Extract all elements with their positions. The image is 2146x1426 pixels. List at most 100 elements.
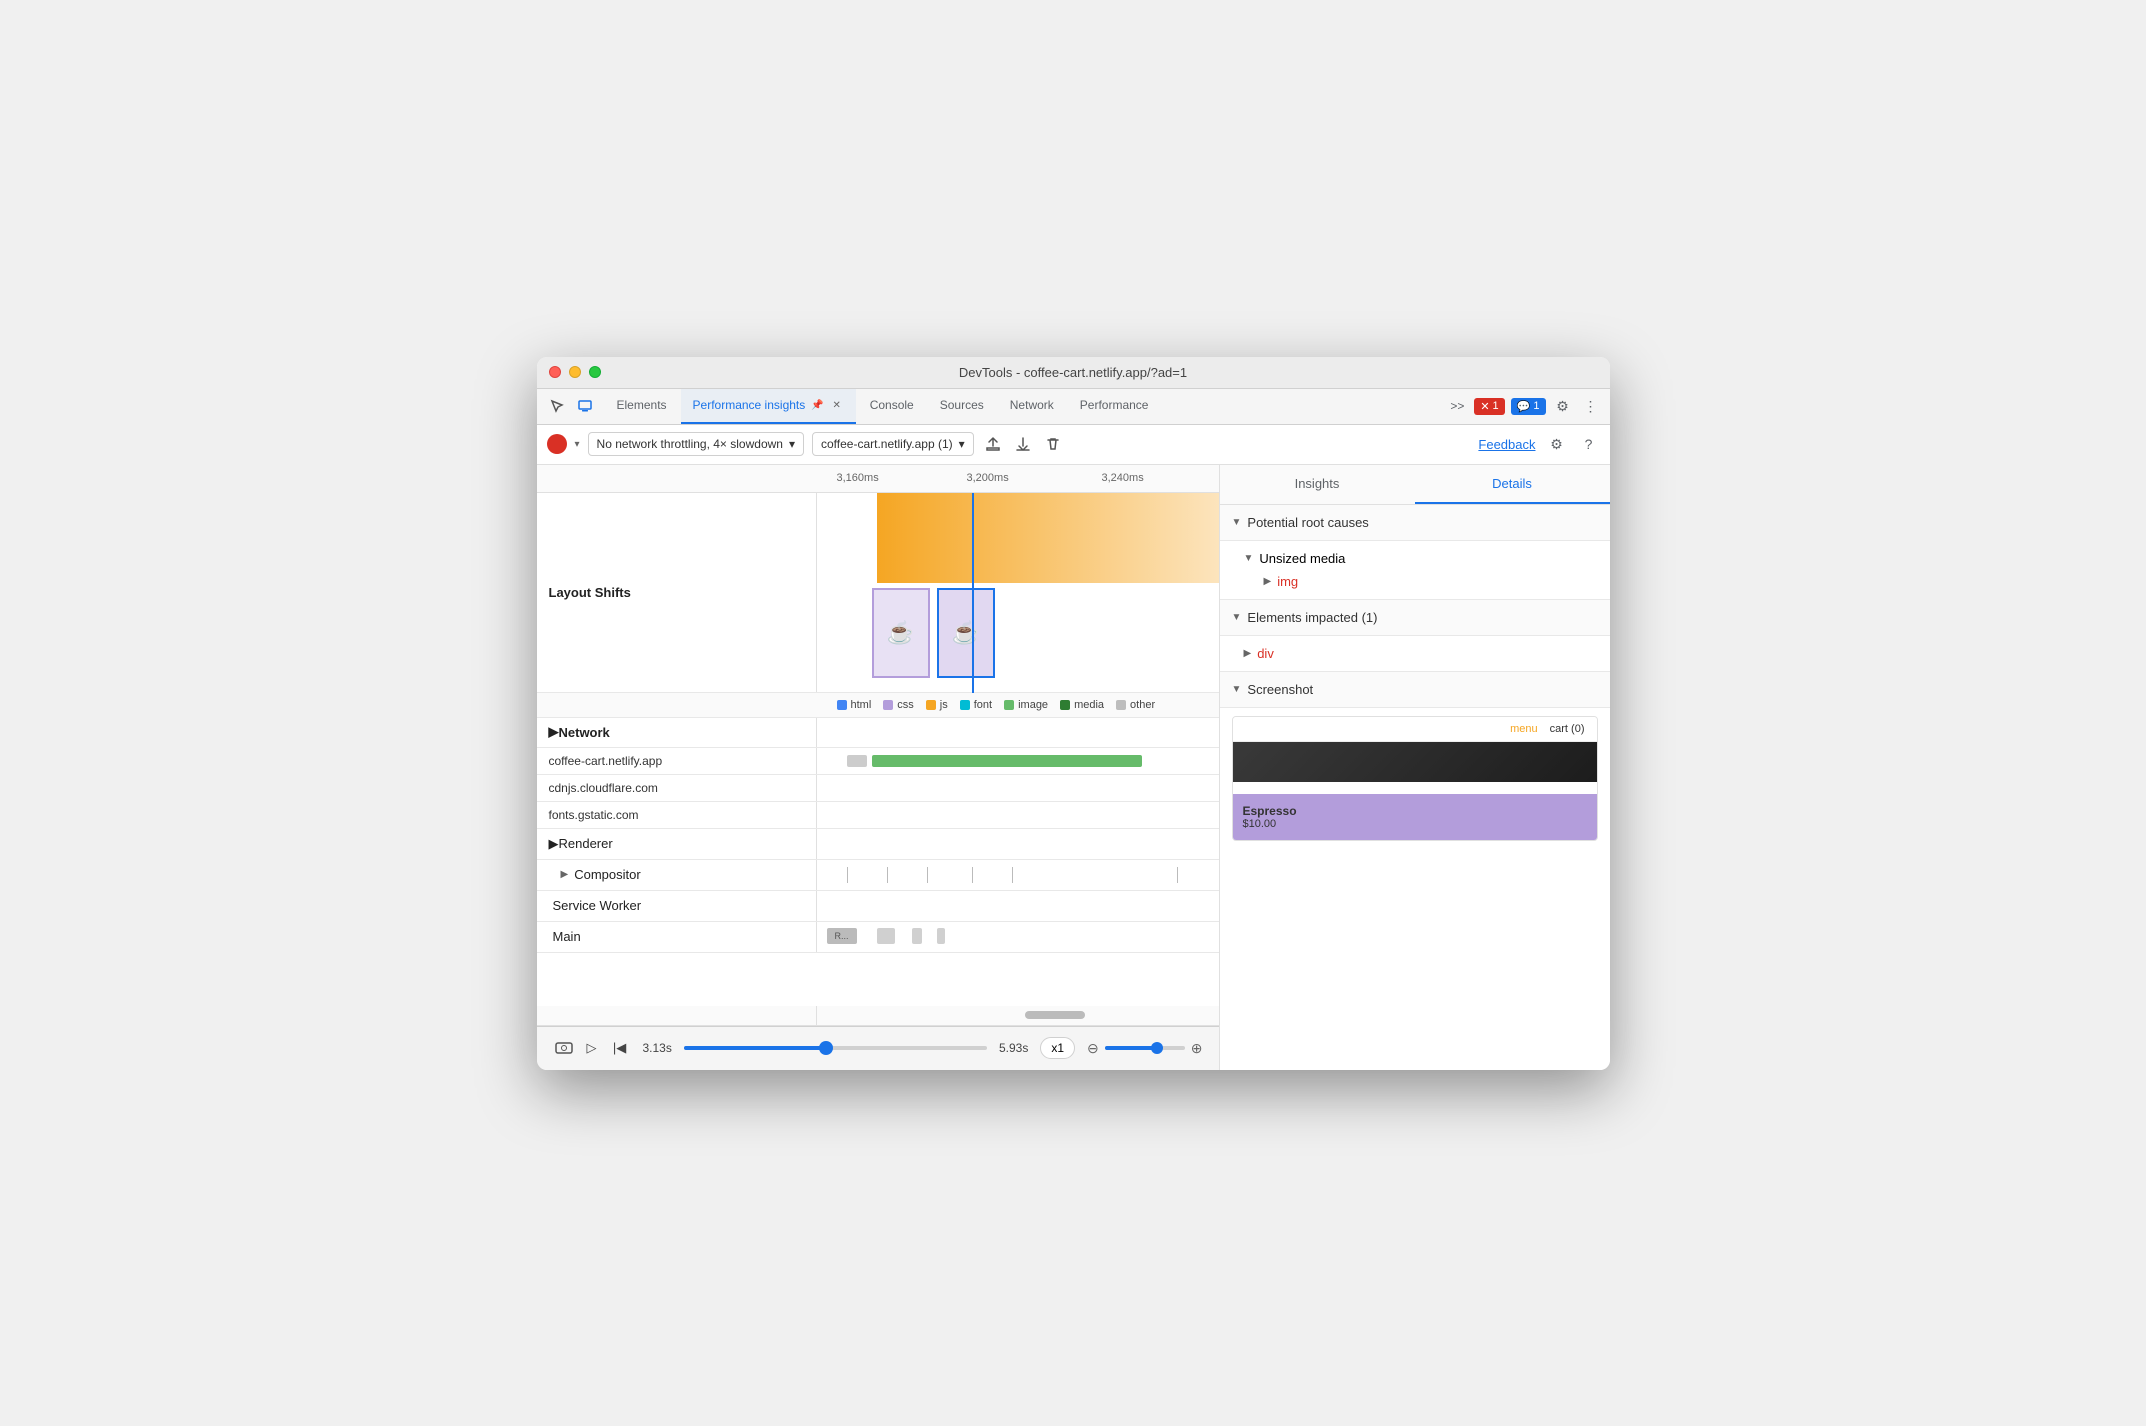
zoom-slider-track[interactable]	[1105, 1046, 1185, 1050]
more-options-icon[interactable]: ⋮	[1580, 395, 1602, 417]
screenshot-nav: menu cart (0)	[1233, 717, 1597, 742]
right-panel: Insights Details ▼ Potential root causes…	[1220, 465, 1610, 1070]
legend-media: media	[1060, 699, 1104, 711]
unsized-media-item[interactable]: ▼ Unsized media	[1244, 547, 1598, 570]
div-arrow: ▶	[1244, 648, 1252, 659]
legend-dot-css	[883, 700, 893, 710]
layout-shifts-label: Layout Shifts	[537, 493, 817, 692]
tab-sources[interactable]: Sources	[928, 389, 996, 424]
scroll-thumb[interactable]	[1025, 1011, 1085, 1019]
screenshot-gap	[1233, 782, 1597, 794]
layout-shifts-content: ☕ ☕	[817, 493, 1219, 693]
tick-0: 3,160ms	[837, 472, 879, 484]
tab-close-button[interactable]: ✕	[830, 398, 844, 412]
throttle-select[interactable]: No network throttling, 4× slowdown ▾	[588, 432, 804, 456]
zoom-out-icon[interactable]: ⊖	[1087, 1040, 1099, 1057]
nav-cart: cart (0)	[1550, 723, 1585, 735]
network-row-2-content	[817, 775, 1219, 801]
error-icon: ✕	[1480, 400, 1489, 413]
speed-selector[interactable]: x1	[1040, 1037, 1075, 1059]
shift-box-after: ☕	[937, 588, 995, 678]
share-icon[interactable]	[982, 433, 1004, 455]
zoom-slider-fill	[1105, 1046, 1157, 1050]
info-count: 1	[1533, 400, 1539, 412]
minimize-button[interactable]	[569, 366, 581, 378]
renderer-expand-arrow: ▶	[549, 836, 559, 852]
screenshot-header[interactable]: ▼ Screenshot	[1220, 672, 1610, 708]
more-tabs-button[interactable]: >>	[1446, 395, 1468, 417]
potential-root-causes-header[interactable]: ▼ Potential root causes	[1220, 505, 1610, 541]
zoom-controls: ⊖ ⊕	[1087, 1040, 1202, 1057]
network-section-label[interactable]: ▶ Network	[537, 718, 817, 747]
url-select[interactable]: coffee-cart.netlify.app (1) ▾	[812, 432, 974, 456]
tab-insights[interactable]: Insights	[1220, 465, 1415, 504]
timeline-slider[interactable]	[684, 1046, 987, 1050]
tick-2: 3,240ms	[1102, 472, 1144, 484]
scroll-track	[817, 1006, 1219, 1025]
zoom-in-icon[interactable]: ⊕	[1191, 1040, 1203, 1057]
renderer-content	[817, 829, 1219, 859]
elements-impacted-header[interactable]: ▼ Elements impacted (1)	[1220, 600, 1610, 636]
screenshot-image-area	[1233, 742, 1597, 782]
tab-console-label: Console	[870, 398, 914, 412]
feedback-link[interactable]: Feedback	[1478, 437, 1535, 452]
div-item[interactable]: ▶ div	[1244, 642, 1598, 665]
cursor-icon[interactable]	[545, 394, 569, 418]
maximize-button[interactable]	[589, 366, 601, 378]
close-button[interactable]	[549, 366, 561, 378]
play-button[interactable]: ▷	[581, 1037, 603, 1059]
info-icon: 💬	[1517, 400, 1531, 413]
devtools-icons	[545, 389, 597, 424]
record-dropdown-arrow[interactable]: ▾	[575, 439, 580, 450]
zoom-thumb[interactable]	[1151, 1042, 1163, 1054]
compositor-arrow: ▶	[561, 869, 569, 880]
time-end-label: 5.93s	[999, 1041, 1028, 1055]
download-icon[interactable]	[1012, 433, 1034, 455]
service-worker-label: Service Worker	[537, 891, 817, 921]
device-icon[interactable]	[573, 394, 597, 418]
img-item-container: ▶ img	[1244, 570, 1598, 593]
compositor-label: ▶ Compositor	[537, 860, 817, 890]
renderer-label[interactable]: ▶ Renderer	[537, 829, 817, 859]
layout-shifts-row: Layout Shifts ☕ ☕	[537, 493, 1219, 693]
title-bar: DevTools - coffee-cart.netlify.app/?ad=1	[537, 357, 1610, 389]
tab-elements[interactable]: Elements	[605, 389, 679, 424]
pin-icon: 📌	[811, 400, 823, 411]
screenshot-toggle-icon[interactable]	[553, 1037, 575, 1059]
tick-6	[1177, 867, 1178, 883]
tab-performance[interactable]: Performance	[1068, 389, 1161, 424]
net-bar-1b	[872, 755, 1142, 767]
network-expand-arrow: ▶	[549, 724, 559, 740]
tab-performance-label: Performance	[1080, 398, 1149, 412]
timeline-content[interactable]: Layout Shifts ☕ ☕	[537, 493, 1219, 1006]
tab-elements-label: Elements	[617, 398, 667, 412]
scroll-spacer	[537, 1006, 817, 1025]
settings-icon[interactable]: ⚙	[1552, 395, 1574, 417]
network-row-3: fonts.gstatic.com	[537, 802, 1219, 829]
network-row-3-label: fonts.gstatic.com	[537, 802, 817, 828]
settings-toolbar-icon[interactable]: ⚙	[1546, 433, 1568, 455]
tab-details[interactable]: Details	[1415, 465, 1610, 504]
tab-console[interactable]: Console	[858, 389, 926, 424]
tab-performance-insights[interactable]: Performance insights 📌 ✕	[681, 389, 856, 424]
section-arrow-elements: ▼	[1232, 612, 1242, 623]
delete-icon[interactable]	[1042, 433, 1064, 455]
record-button[interactable]	[547, 434, 567, 454]
network-row-1-label: coffee-cart.netlify.app	[537, 748, 817, 774]
screenshot-section: menu cart (0) Espresso $10.00	[1220, 716, 1610, 841]
tick-1: 3,200ms	[967, 472, 1009, 484]
error-badge[interactable]: ✕ 1	[1474, 398, 1504, 415]
url-arrow: ▾	[959, 437, 965, 451]
div-label: div	[1257, 646, 1274, 661]
tab-network[interactable]: Network	[998, 389, 1066, 424]
slider-thumb[interactable]	[819, 1041, 833, 1055]
skip-to-start-button[interactable]: |◀	[609, 1037, 631, 1059]
info-badge[interactable]: 💬 1	[1511, 398, 1546, 415]
img-item[interactable]: ▶ img	[1264, 570, 1598, 593]
network-row-2-label: cdnjs.cloudflare.com	[537, 775, 817, 801]
legend-image: image	[1004, 699, 1048, 711]
legend-items: html css js font	[837, 699, 1156, 711]
help-icon[interactable]: ?	[1578, 433, 1600, 455]
compositor-content	[817, 860, 1219, 890]
tab-sources-label: Sources	[940, 398, 984, 412]
